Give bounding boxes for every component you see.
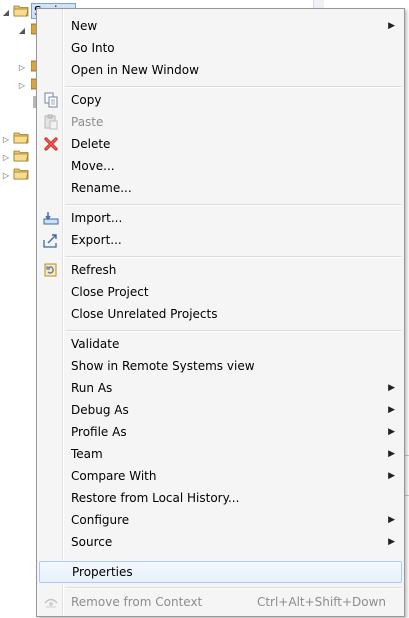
submenu-arrow-icon: ▶ [388,21,395,31]
menu-item-compare-with[interactable]: Compare With ▶ [37,465,404,487]
menu-item-label: Configure [71,513,130,527]
menu-item-label: Import... [71,211,123,225]
menu-item-label: Export... [71,233,122,247]
menu-item-label: Close Unrelated Projects [71,307,218,321]
menu-item-label: Refresh [71,263,117,277]
menu-item-label: Show in Remote Systems view [71,359,255,373]
menu-item-label: Compare With [71,469,157,483]
collapsed-arrow-icon[interactable]: ▷ [18,63,26,72]
refresh-icon [44,263,57,277]
menu-separator [65,256,402,258]
menu-item-label: Validate [71,337,120,351]
submenu-arrow-icon: ▶ [388,427,395,437]
menu-item-profile-as[interactable]: Profile As ▶ [37,421,404,443]
delete-icon [44,137,58,151]
menu-item-move[interactable]: Move... [37,155,404,177]
project-folder-icon [13,150,29,162]
expand-arrow-icon[interactable]: ◢ [2,8,10,17]
collapsed-arrow-icon[interactable]: ▷ [2,135,10,144]
menu-item-label: Properties [72,565,133,579]
submenu-arrow-icon: ▶ [388,515,395,525]
menu-item-label: Close Project [71,285,149,299]
menu-item-paste[interactable]: Paste [37,111,404,133]
menu-item-label: Restore from Local History... [71,491,240,505]
menu-item-export[interactable]: Export... [37,229,404,251]
menu-item-remove-from-context[interactable]: Remove from Context Ctrl+Alt+Shift+Down [37,591,404,613]
menu-item-label: New [71,19,98,33]
menu-item-new[interactable]: New ▶ [37,15,404,37]
menu-item-delete[interactable]: Delete [37,133,404,155]
menu-item-label: Profile As [71,425,127,439]
menu-item-debug-as[interactable]: Debug As ▶ [37,399,404,421]
collapsed-arrow-icon[interactable]: ▷ [2,153,10,162]
menu-item-go-into[interactable]: Go Into [37,37,404,59]
menu-item-close-unrelated-projects[interactable]: Close Unrelated Projects [37,303,404,325]
context-menu: New ▶ Go Into Open in New Window Copy Pa… [36,8,405,617]
menu-separator [65,587,402,589]
submenu-arrow-icon: ▶ [388,471,395,481]
menu-item-close-project[interactable]: Close Project [37,281,404,303]
menu-item-source[interactable]: Source ▶ [37,531,404,553]
submenu-arrow-icon: ▶ [388,405,395,415]
collapsed-arrow-icon[interactable]: ▷ [18,81,26,90]
expand-arrow-icon[interactable]: ◢ [18,26,26,35]
menu-item-show-in-remote-systems[interactable]: Show in Remote Systems view [37,355,404,377]
copy-icon [44,92,58,108]
menu-item-label: Copy [71,93,102,107]
menu-item-copy[interactable]: Copy [37,89,404,111]
menu-item-label: Paste [71,115,104,129]
menu-item-label: Remove from Context [71,595,203,609]
paste-icon [44,114,58,130]
menu-item-run-as[interactable]: Run As ▶ [37,377,404,399]
submenu-arrow-icon: ▶ [388,537,395,547]
submenu-arrow-icon: ▶ [388,383,395,393]
menu-item-label: Source [71,535,113,549]
menu-item-label: Delete [71,137,111,151]
menu-item-label: Team [71,447,103,461]
menu-item-label: Run As [71,381,113,395]
submenu-arrow-icon: ▶ [388,449,395,459]
menu-item-label: Open in New Window [71,63,199,77]
menu-separator [65,330,402,332]
menu-item-restore-from-local-history[interactable]: Restore from Local History... [37,487,404,509]
menu-item-configure[interactable]: Configure ▶ [37,509,404,531]
menu-item-properties[interactable]: Properties [39,561,402,583]
project-folder-icon [13,168,29,180]
menu-item-label: Move... [71,159,115,173]
menu-separator [65,86,402,88]
import-icon [43,212,59,225]
menu-item-validate[interactable]: Validate [37,333,404,355]
menu-item-label: Debug As [71,403,129,417]
project-folder-icon [13,132,29,144]
remove-context-icon [44,598,58,608]
menu-item-import[interactable]: Import... [37,207,404,229]
menu-item-label: Rename... [71,181,132,195]
collapsed-arrow-icon[interactable]: ▷ [2,171,10,180]
project-folder-icon [13,5,29,17]
menu-item-rename[interactable]: Rename... [37,177,404,199]
menu-separator [65,204,402,206]
menu-item-refresh[interactable]: Refresh [37,259,404,281]
keyboard-shortcut: Ctrl+Alt+Shift+Down [256,595,386,609]
menu-item-label: Go Into [71,41,115,55]
menu-item-open-in-new-window[interactable]: Open in New Window [37,59,404,81]
menu-item-team[interactable]: Team ▶ [37,443,404,465]
export-icon [43,234,57,248]
